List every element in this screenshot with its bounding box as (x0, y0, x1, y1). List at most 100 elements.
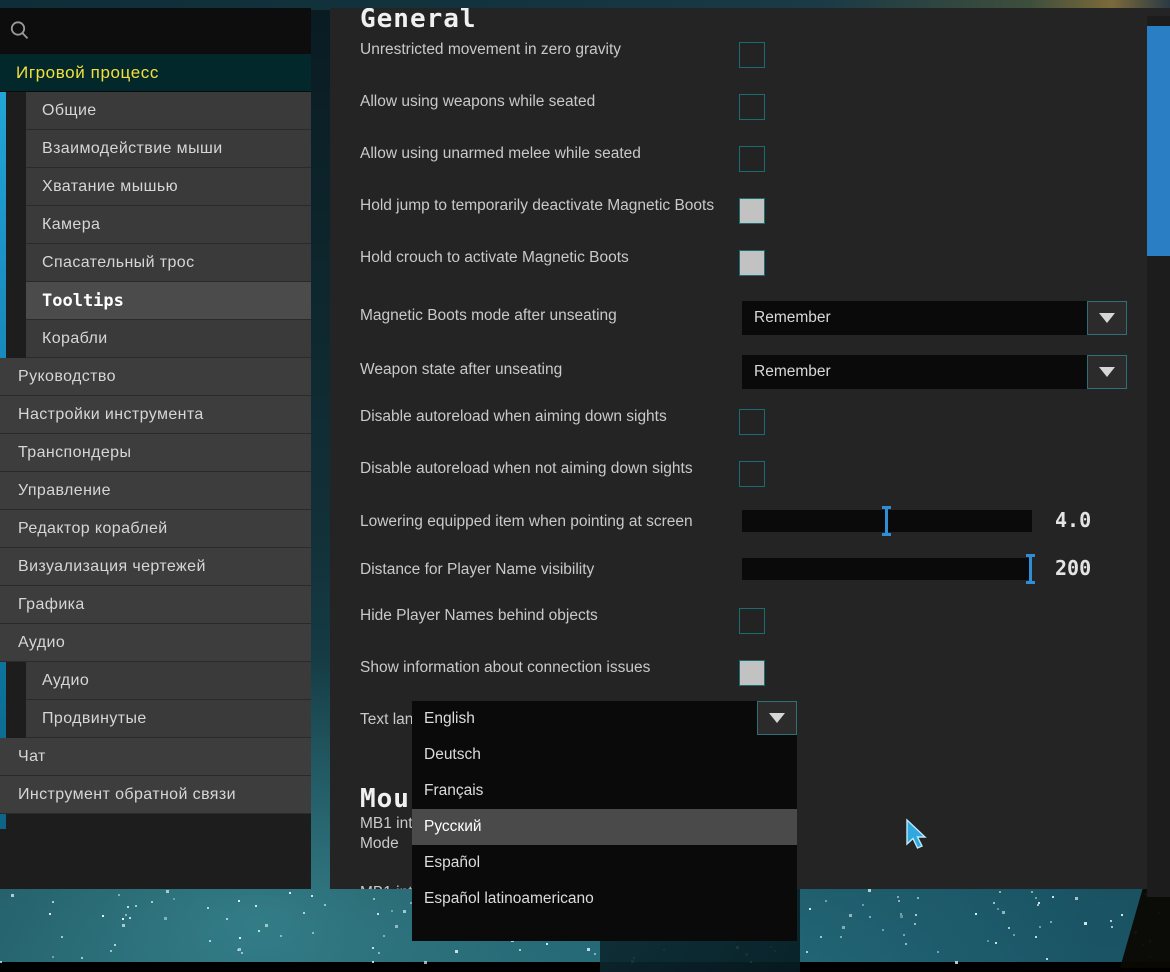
chevron-down-icon[interactable] (757, 701, 797, 735)
sidebar-item-5[interactable]: Спасательный трос (26, 244, 311, 282)
sidebar-item-label: Визуализация чертежей (18, 558, 206, 576)
language-option-1[interactable]: Deutsch (412, 737, 797, 773)
mouse-cursor (905, 818, 931, 857)
setting-label: Show information about connection issues (360, 658, 750, 678)
setting-row: Disable autoreload when aiming down sigh… (330, 407, 1170, 437)
sidebar-item-label: Инструмент обратной связи (18, 786, 236, 804)
setting-label: Disable autoreload when not aiming down … (360, 459, 750, 479)
sidebar-item-11[interactable]: Управление (0, 472, 311, 510)
settings-window: Игровой процесс Общие Взаимодействие мыши Х… (0, 8, 1170, 889)
setting-row: Hold jump to temporarily deactivate Magn… (330, 196, 1170, 226)
select-weapon-state[interactable]: Remember (742, 355, 1127, 389)
sidebar-item-1[interactable]: Общие (26, 92, 311, 130)
sidebar-item-8[interactable]: Руководство (0, 358, 311, 396)
select-magnetic-boots-mode[interactable]: Remember (742, 301, 1127, 335)
sidebar-item-7[interactable]: Корабли (26, 320, 311, 358)
sidebar-item-4[interactable]: Камера (26, 206, 311, 244)
slider-player-name-distance[interactable] (742, 558, 1032, 580)
sidebar-item-9[interactable]: Настройки инструмента (0, 396, 311, 434)
sidebar-item-label: Игровой процесс (16, 63, 159, 83)
slider-lowering-equipped-item[interactable] (742, 510, 1032, 532)
chevron-down-icon[interactable] (1087, 355, 1127, 389)
sidebar-item-label: Хватание мышью (42, 178, 178, 196)
chevron-down-icon[interactable] (1087, 301, 1127, 335)
sidebar-item-13[interactable]: Визуализация чертежей (0, 548, 311, 586)
slider-handle[interactable] (1029, 554, 1032, 584)
slider-handle[interactable] (885, 506, 888, 536)
sidebar-item-14[interactable]: Графика (0, 586, 311, 624)
language-option-2[interactable]: Français (412, 773, 797, 809)
sidebar-item-label: Корабли (42, 330, 108, 348)
setting-row: Lowering equipped item when pointing at … (330, 508, 1170, 538)
sidebar-item-label: Настройки инструмента (18, 406, 204, 424)
checkbox-hold-jump-deactivate-boots[interactable] (739, 198, 765, 224)
setting-label: Disable autoreload when aiming down sigh… (360, 407, 750, 427)
sidebar-nav-list: Игровой процесс Общие Взаимодействие мыши Х… (0, 54, 311, 814)
setting-row: Unrestricted movement in zero gravity (330, 40, 1170, 70)
checkbox-disable-autoreload-not-ads[interactable] (739, 461, 765, 487)
sidebar-item-12[interactable]: Редактор кораблей (0, 510, 311, 548)
setting-label: Allow using unarmed melee while seated (360, 144, 750, 164)
setting-row: Hide Player Names behind objects (330, 606, 1170, 636)
sidebar-item-3[interactable]: Хватание мышью (26, 168, 311, 206)
slider-value: 200 (1055, 556, 1091, 580)
sidebar-item-label: Общие (42, 102, 97, 120)
settings-sidebar: Игровой процесс Общие Взаимодействие мыши Х… (0, 8, 311, 889)
setting-label: Weapon state after unseating (360, 360, 750, 380)
search-icon (8, 19, 32, 43)
select-value: Remember (754, 309, 831, 327)
sidebar-item-label: Редактор кораблей (18, 520, 168, 538)
sidebar-item-6[interactable]: Tooltips (26, 282, 311, 320)
sidebar-item-label: Руководство (18, 368, 116, 386)
sidebar-item-label: Взаимодействие мыши (42, 140, 223, 158)
language-option-3[interactable]: Русский (412, 809, 797, 845)
search-input[interactable] (36, 17, 311, 45)
sidebar-item-label: Аудио (42, 672, 89, 690)
language-option-4[interactable]: Español (412, 845, 797, 881)
setting-row: Weapon state after unseating Remember (330, 354, 1170, 390)
setting-label: Magnetic Boots mode after unseating (360, 306, 750, 326)
sidebar-item-label: Транспондеры (18, 444, 131, 462)
sidebar-item-label: Аудио (18, 634, 65, 652)
select-value: Remember (754, 363, 831, 381)
setting-row: Magnetic Boots mode after unseating Reme… (330, 300, 1170, 336)
sidebar-item-18[interactable]: Чат (0, 738, 311, 776)
sidebar-item-label: Tooltips (42, 291, 124, 311)
sidebar-item-2[interactable]: Взаимодействие мыши (26, 130, 311, 168)
sidebar-item-17[interactable]: Продвинутые (26, 700, 311, 738)
setting-label: Unrestricted movement in zero gravity (360, 40, 750, 60)
sidebar-item-label: Спасательный трос (42, 254, 195, 272)
setting-label: Lowering equipped item when pointing at … (360, 512, 750, 532)
checkbox-weapons-while-seated[interactable] (739, 94, 765, 120)
sidebar-category-0[interactable]: Игровой процесс (0, 54, 311, 92)
setting-row: Show information about connection issues (330, 658, 1170, 688)
sidebar-item-label: Продвинутые (42, 710, 147, 728)
sidebar-search-row[interactable] (0, 8, 311, 54)
sidebar-item-19[interactable]: Инструмент обратной связи (0, 776, 311, 814)
sidebar-item-10[interactable]: Транспондеры (0, 434, 311, 472)
setting-row: Allow using weapons while seated (330, 92, 1170, 122)
setting-row: Disable autoreload when not aiming down … (330, 459, 1170, 489)
checkbox-disable-autoreload-ads[interactable] (739, 409, 765, 435)
language-dropdown-list[interactable]: EnglishDeutschFrançaisРусскийEspañolEspa… (412, 701, 797, 941)
sidebar-item-15[interactable]: Аудио (0, 624, 311, 662)
checkbox-hide-player-names[interactable] (739, 608, 765, 634)
language-option-0[interactable]: English (412, 701, 797, 737)
sidebar-item-16[interactable]: Аудио (26, 662, 311, 700)
section-title-general: General (360, 8, 477, 34)
setting-row: Hold crouch to activate Magnetic Boots (330, 248, 1170, 278)
sidebar-filler (0, 829, 311, 889)
setting-label: Hide Player Names behind objects (360, 606, 750, 626)
setting-label: Hold crouch to activate Magnetic Boots (360, 248, 750, 268)
checkbox-unarmed-melee-while-seated[interactable] (739, 146, 765, 172)
checkbox-hold-crouch-activate-boots[interactable] (739, 250, 765, 276)
checkbox-show-connection-issues[interactable] (739, 660, 765, 686)
language-option-5[interactable]: Español latinoamericano (412, 881, 797, 917)
setting-label: Allow using weapons while seated (360, 92, 750, 112)
setting-label: Hold jump to temporarily deactivate Magn… (360, 196, 740, 216)
sidebar-item-label: Графика (18, 596, 85, 614)
sidebar-item-label: Чат (18, 748, 46, 766)
sidebar-item-label: Управление (18, 482, 111, 500)
checkbox-unrestricted-movement[interactable] (739, 42, 765, 68)
scrollbar-thumb[interactable] (1147, 26, 1170, 256)
